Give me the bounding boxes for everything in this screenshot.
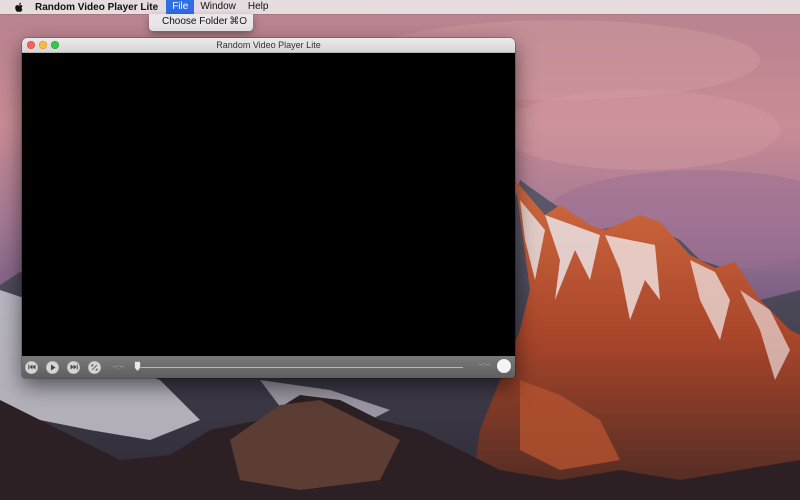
window-traffic-lights xyxy=(27,41,59,49)
video-area[interactable] xyxy=(22,53,515,356)
fullscreen-icon xyxy=(91,364,98,370)
menu-item-shortcut: ⌘O xyxy=(229,16,247,27)
menu-file[interactable]: File xyxy=(166,0,195,14)
menu-app-name[interactable]: Random Video Player Lite xyxy=(33,2,160,13)
elapsed-time: --:-- xyxy=(113,363,125,371)
skip-back-icon xyxy=(27,364,35,370)
player-window: Random Video Player Lite --:-- --:-- xyxy=(22,38,515,378)
seek-bar[interactable] xyxy=(138,366,463,368)
play-button[interactable] xyxy=(46,360,59,374)
apple-logo-icon[interactable] xyxy=(12,0,26,14)
volume-knob[interactable] xyxy=(497,359,511,373)
zoom-window-button[interactable] xyxy=(51,41,59,49)
fullscreen-button[interactable] xyxy=(88,360,101,374)
minimize-window-button[interactable] xyxy=(39,41,47,49)
play-icon xyxy=(50,364,55,370)
playback-controls: --:-- --:-- xyxy=(22,356,515,378)
skip-forward-icon xyxy=(70,364,78,370)
file-menu-dropdown: Choose Folder ⌘O xyxy=(149,14,253,31)
close-window-button[interactable] xyxy=(27,41,35,49)
next-button[interactable] xyxy=(67,360,80,374)
menu-help[interactable]: Help xyxy=(242,0,275,14)
remaining-time: --:-- xyxy=(478,362,490,369)
menu-item-label: Choose Folder xyxy=(162,16,228,27)
menu-window[interactable]: Window xyxy=(194,0,242,14)
menu-bar: Random Video Player Lite File Window Hel… xyxy=(0,0,800,14)
window-title: Random Video Player Lite xyxy=(216,40,321,50)
menu-item-choose-folder[interactable]: Choose Folder ⌘O xyxy=(149,14,253,30)
seek-thumb[interactable] xyxy=(134,361,141,372)
previous-button[interactable] xyxy=(25,360,38,374)
window-titlebar[interactable]: Random Video Player Lite xyxy=(22,38,515,53)
